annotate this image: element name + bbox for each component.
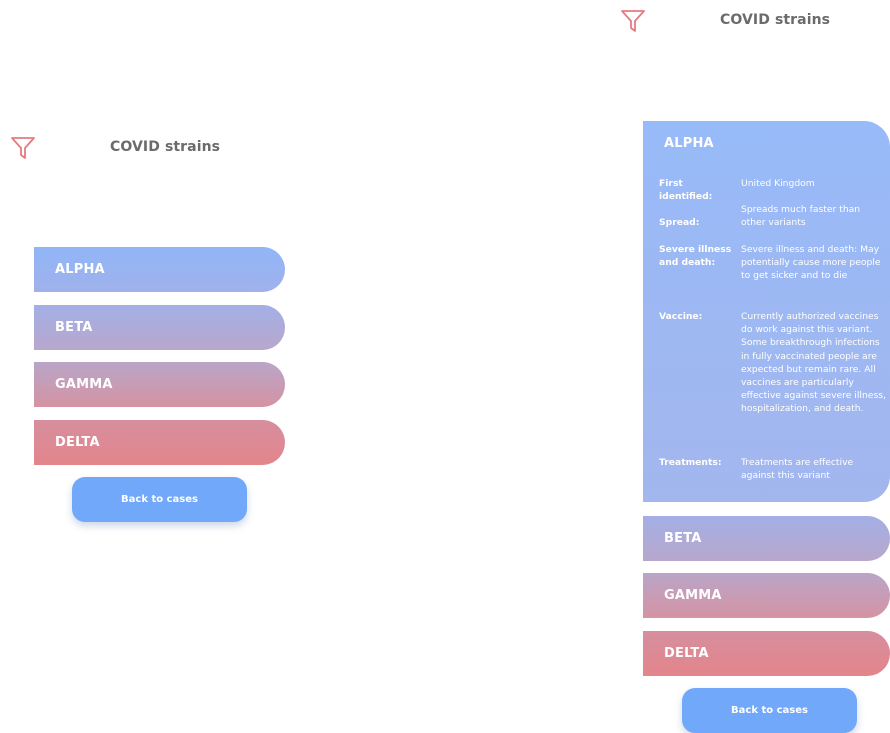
strain-delta-button[interactable]: DELTA [643, 631, 890, 676]
detail-label-first-identified: First identified: [659, 178, 713, 202]
filter-icon[interactable] [620, 9, 646, 33]
back-to-cases-button[interactable]: Back to cases [72, 477, 247, 522]
detail-value-severe-illness: Severe illness and death: May potentiall… [741, 244, 881, 282]
strain-gamma-button[interactable]: GAMMA [34, 362, 285, 407]
detail-value-treatments: Treatments are effective against this va… [741, 457, 854, 482]
strain-beta-button[interactable]: BETA [34, 305, 285, 350]
page-title: COVID strains [720, 12, 831, 28]
detail-value-spread: Spreads much faster than other variants [741, 204, 861, 229]
filter-icon[interactable] [10, 136, 36, 160]
detail-value-first-identified: United Kingdom [741, 178, 815, 189]
strain-delta-button[interactable]: DELTA [34, 420, 285, 465]
page-title: COVID strains [110, 139, 221, 155]
strain-detail-screen: COVID strains ALPHA First identified: Un… [600, 0, 890, 733]
strain-beta-button[interactable]: BETA [643, 516, 890, 561]
strain-alpha-card: ALPHA First identified: United Kingdom S… [643, 121, 890, 502]
detail-label-treatments: Treatments: [659, 457, 722, 468]
back-to-cases-button[interactable]: Back to cases [682, 688, 857, 733]
strain-alpha-title[interactable]: ALPHA [664, 136, 714, 151]
detail-label-severe-illness: Severe illness and death: [659, 244, 732, 268]
strains-list-screen: COVID strains ALPHA BETA GAMMA DELTA Bac… [0, 0, 320, 733]
detail-label-spread: Spread: [659, 217, 700, 228]
detail-label-vaccine: Vaccine: [659, 311, 703, 322]
detail-value-vaccine: Currently authorized vaccines do work ag… [741, 311, 886, 415]
strain-gamma-button[interactable]: GAMMA [643, 573, 890, 618]
strain-alpha-button[interactable]: ALPHA [34, 247, 285, 292]
